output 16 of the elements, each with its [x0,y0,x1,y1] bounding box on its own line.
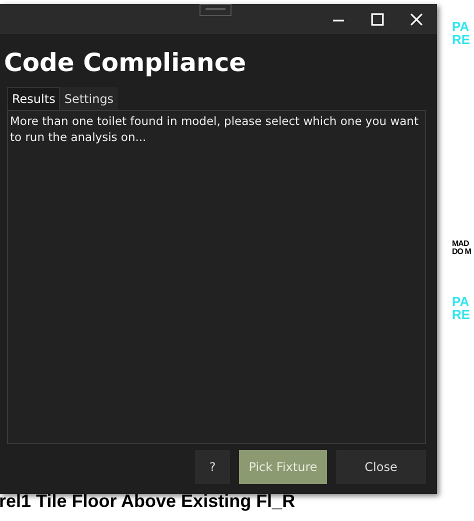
close-icon[interactable] [410,12,423,26]
maximize-icon[interactable] [371,12,384,26]
tab[interactable]: Results [7,87,60,110]
drawing-tag-text: DO M [452,248,471,256]
drawing-tag-text: PA [452,20,470,33]
grip-icon[interactable] [199,4,232,16]
drawing-tag-text: RE [452,33,470,46]
tab[interactable]: Settings [60,87,118,110]
drawing-tag-text: RE [452,308,470,321]
dialog-button[interactable]: ? [195,450,230,484]
drawing-label: rel1 Tile Floor Above Existing Fl_R [0,491,296,512]
message-text: More than one toilet found in model, please select which one you want to run the analysis on... [10,113,420,145]
window-title: Code Compliance [4,48,248,77]
drawing-tag-text: PA [452,295,470,308]
dialog-button[interactable]: Close [336,450,426,484]
drawing-tag-text: MAD [452,240,470,248]
